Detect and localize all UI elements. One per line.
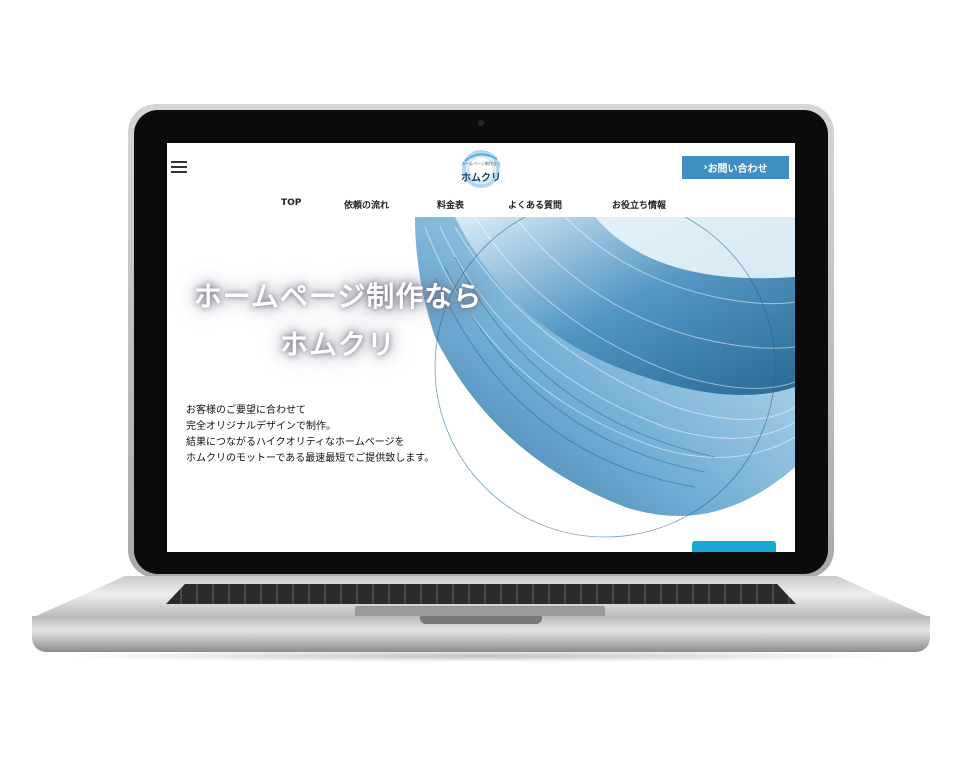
hero-copy-line: ホムクリのモットーである最速最短でご提供致します。 <box>186 453 435 464</box>
hero-section: ホームページ制作なら ホムクリ お客様のご要望に合わせて 完全オリジナルデザイン… <box>167 217 795 552</box>
hero-cta-button[interactable] <box>692 541 776 552</box>
hero-copy: お客様のご要望に合わせて 完全オリジナルデザインで制作。 結果につながるハイクオ… <box>186 403 486 467</box>
nav-item-flow[interactable]: 依頼の流れ <box>344 198 389 211</box>
browser-viewport: ホームページ制作なら ホムクリ › お問い合わせ TOP 依頼の流れ 料金表 よ… <box>167 143 795 552</box>
hero-copy-line: お客様のご要望に合わせて <box>186 405 306 416</box>
contact-label: お問い合わせ <box>707 164 768 175</box>
lid-notch <box>420 616 542 624</box>
hamburger-icon[interactable] <box>171 161 187 174</box>
nav-item-faq[interactable]: よくある質問 <box>508 198 562 211</box>
nav-item-pricing[interactable]: 料金表 <box>437 198 464 211</box>
main-nav: TOP 依頼の流れ 料金表 よくある質問 お役立ち情報 <box>167 198 795 212</box>
hero-headline-line1: ホームページ制作なら <box>193 280 483 313</box>
site-logo[interactable]: ホームページ制作なら ホムクリ <box>449 147 513 193</box>
contact-button[interactable]: › お問い合わせ <box>682 156 789 179</box>
keyboard <box>166 584 796 604</box>
hero-copy-line: 結果につながるハイクオリティなホームページを <box>186 437 405 448</box>
logo-subtitle: ホームページ制作なら <box>461 161 501 166</box>
wave-art <box>415 217 795 538</box>
hero-headline-line2: ホムクリ <box>279 328 396 361</box>
nav-item-useful-info[interactable]: お役立ち情報 <box>612 198 666 211</box>
logo-title: ホムクリ <box>461 173 501 184</box>
webcam-icon <box>478 120 484 126</box>
hero-copy-line: 完全オリジナルデザインで制作。 <box>186 421 336 432</box>
nav-item-top[interactable]: TOP <box>281 198 301 208</box>
